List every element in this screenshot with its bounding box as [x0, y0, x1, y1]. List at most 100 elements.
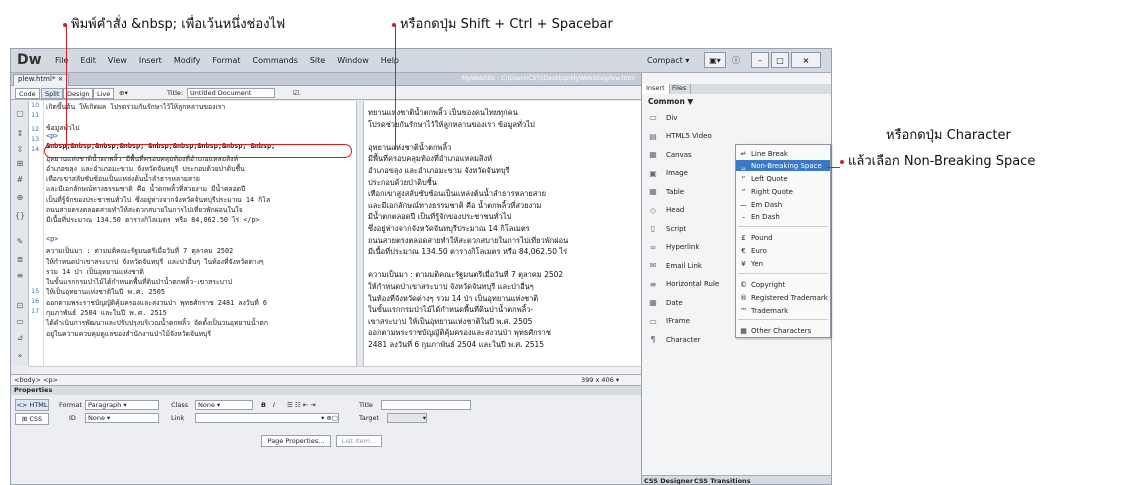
live-view-button[interactable]: Live	[93, 88, 115, 99]
title-input[interactable]: Untitled Document	[187, 88, 275, 98]
insert-item-email-link[interactable]: ✉ Email Link	[642, 257, 732, 274]
link-label: Link	[171, 414, 185, 422]
properties-panel: <> HTML ⊞ CSS Format Paragraph ▾ Class N…	[11, 395, 641, 484]
insert-item-div[interactable]: ▭ Div	[642, 109, 732, 126]
horizontal-rule-icon: ≡	[649, 279, 657, 289]
menu-format[interactable]: Format	[212, 56, 240, 65]
target-select[interactable]: ▾	[387, 413, 427, 423]
char-item-copyright[interactable]: © Copyright	[736, 279, 830, 290]
maximize-button[interactable]: □	[771, 52, 789, 68]
layout-button[interactable]: ▣▾	[704, 52, 726, 68]
format-icon[interactable]: ✎	[15, 237, 25, 247]
document-tab[interactable]: plew.html* ×	[13, 74, 69, 86]
page-properties-button[interactable]: Page Properties...	[261, 435, 331, 447]
char-item-en-dash[interactable]: – En Dash	[736, 211, 830, 222]
collapse-icon[interactable]: ⇕	[15, 129, 25, 139]
char-item-label: En Dash	[751, 212, 780, 221]
menu-help[interactable]: Help	[381, 56, 399, 65]
menu-site[interactable]: Site	[310, 56, 325, 65]
brackets-icon[interactable]: {}	[15, 211, 25, 221]
id-select[interactable]: None ▾	[85, 413, 159, 423]
insert-item-hyperlink[interactable]: ∞ Hyperlink	[642, 239, 732, 256]
char-item-right-quote[interactable]: ” Right Quote	[736, 186, 830, 197]
expand-icon[interactable]: ⇳	[15, 145, 25, 155]
workspace-switcher[interactable]: Compact ▾	[647, 52, 693, 68]
char-item-other-characters[interactable]: ▦ Other Characters	[736, 325, 830, 336]
outdent-icon[interactable]: ≡	[15, 271, 25, 281]
horizontal-scrollbar[interactable]	[29, 366, 641, 374]
apply-icon[interactable]: ⊿	[15, 333, 25, 343]
menu-edit[interactable]: Edit	[80, 56, 96, 65]
insert-item-iframe[interactable]: ▭ IFrame	[642, 313, 732, 330]
comment-icon[interactable]: ▭	[15, 317, 25, 327]
list-item-button[interactable]: List Item...	[336, 435, 382, 447]
globe-icon[interactable]: ⊕▾	[119, 89, 128, 97]
menu-commands[interactable]: Commands	[253, 56, 298, 65]
char-item-label: Em Dash	[751, 200, 783, 209]
menu-modify[interactable]: Modify	[174, 56, 201, 65]
insert-item-character[interactable]: ¶ Character	[642, 331, 732, 348]
tab-css-transitions[interactable]: CSS Transitions	[694, 477, 751, 484]
tag-selector[interactable]: <body> <p>	[14, 376, 58, 384]
insert-item-horizontal-rule[interactable]: ≡ Horizontal Rule	[642, 276, 732, 293]
split-view-button[interactable]: Split	[41, 88, 64, 99]
id-label: ID	[69, 414, 76, 422]
highlight-icon[interactable]: ⊕	[15, 193, 25, 203]
char-item-line-break[interactable]: ↵ Line Break	[736, 148, 830, 159]
char-item-euro[interactable]: € Euro	[736, 245, 830, 256]
design-view-button[interactable]: Design	[63, 88, 94, 99]
list-buttons[interactable]: ☰ ☷ ⇤ ⇥	[287, 401, 316, 409]
line-numbers-icon[interactable]: #	[15, 175, 25, 185]
tab-insert[interactable]: Insert	[642, 84, 670, 94]
insert-item-script[interactable]: ▯ Script	[642, 220, 732, 237]
link-input[interactable]: ▾ ⊕▢	[195, 413, 339, 423]
design-text-line: อุทยานแห่งชาติน้ำตกพลิ้ว	[368, 142, 452, 152]
html-mode-button[interactable]: <> HTML	[15, 399, 49, 411]
info-icon[interactable]: ⓘ	[730, 52, 742, 68]
title-prop-input[interactable]	[381, 400, 471, 410]
split-divider[interactable]	[356, 101, 364, 366]
italic-button[interactable]: I	[273, 401, 275, 409]
menu-insert[interactable]: Insert	[139, 56, 162, 65]
char-item-label: Trademark	[751, 306, 789, 315]
line-number: 14	[31, 145, 40, 153]
design-text-line: ออกตามพระราชบัญญัติคุ้มครองและสงวนป่า พุ…	[368, 328, 551, 338]
format-select[interactable]: Paragraph ▾	[85, 400, 159, 410]
insert-item-image[interactable]: ▣ Image	[642, 165, 732, 182]
insert-item-canvas[interactable]: ▦ Canvas	[642, 146, 732, 163]
css-mode-button[interactable]: ⊞ CSS	[15, 413, 49, 425]
menu-window[interactable]: Window	[337, 56, 369, 65]
select-parent-icon[interactable]: ⊞	[15, 159, 25, 169]
tab-css-designer[interactable]: CSS Designer	[644, 477, 693, 484]
char-item-registered-trademark[interactable]: ® Registered Trademark	[736, 292, 830, 303]
design-view[interactable]: ทยานแห่งชาติน้ำตกพลิ้ว เป็นของคนไทยทุกคน…	[364, 101, 641, 366]
code-view-button[interactable]: Code	[15, 88, 40, 99]
open-documents-icon[interactable]: ▢	[15, 109, 25, 119]
insert-item-table[interactable]: ▦ Table	[642, 183, 732, 200]
image-icon: ▣	[649, 168, 657, 178]
char-item-non-breaking-space[interactable]: ␣ Non-Breaking Space	[736, 160, 830, 171]
insert-item-date[interactable]: ▦ Date	[642, 294, 732, 311]
indent-icon[interactable]: ≣	[15, 255, 25, 265]
code-editor[interactable]: เกิดขึ้นต้น ให้เกิดผล โปรดร่วมกันรักษาไว…	[44, 101, 356, 366]
window-size[interactable]: 399 x 406 ▾	[581, 376, 619, 384]
snippet-icon[interactable]: ⊡	[15, 301, 25, 311]
registered-trademark-icon: ®	[740, 293, 747, 302]
more-icon[interactable]: »	[15, 351, 25, 361]
bold-button[interactable]: B	[261, 401, 266, 409]
char-item-yen[interactable]: ¥ Yen	[736, 258, 830, 269]
minimize-button[interactable]: –	[751, 52, 769, 68]
char-item-pound[interactable]: £ Pound	[736, 232, 830, 243]
insert-item-label: Hyperlink	[666, 243, 700, 251]
insert-item-head[interactable]: ◇ Head	[642, 202, 732, 219]
char-item-em-dash[interactable]: — Em Dash	[736, 199, 830, 210]
char-item-trademark[interactable]: ™ Trademark	[736, 305, 830, 316]
insert-item-html5-video[interactable]: ▤ HTML5 Video	[642, 128, 732, 145]
category-select[interactable]: Common ▼	[648, 97, 693, 106]
close-button[interactable]: ×	[791, 52, 821, 68]
class-select[interactable]: None ▾	[195, 400, 253, 410]
validate-icon[interactable]: ☑.	[293, 89, 301, 97]
menu-view[interactable]: View	[108, 56, 127, 65]
tab-files[interactable]: Files	[668, 84, 692, 94]
char-item-left-quote[interactable]: “ Left Quote	[736, 173, 830, 184]
